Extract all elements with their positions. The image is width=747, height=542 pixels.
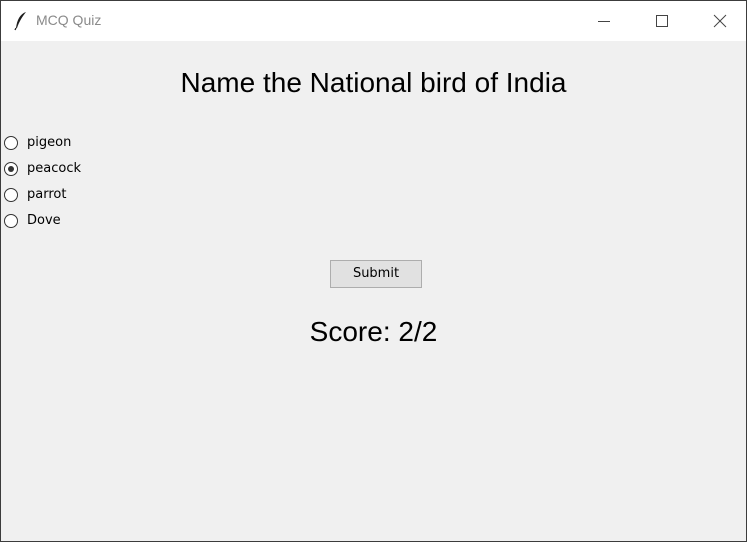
option-label: parrot xyxy=(27,187,67,202)
radio-button[interactable] xyxy=(4,162,18,176)
radio-button[interactable] xyxy=(4,214,18,228)
maximize-icon xyxy=(656,15,668,27)
question-text: Name the National bird of India xyxy=(180,67,567,98)
title-bar[interactable]: MCQ Quiz xyxy=(1,1,746,41)
close-button[interactable] xyxy=(691,1,747,41)
window-title: MCQ Quiz xyxy=(36,12,102,28)
option-label: pigeon xyxy=(27,135,72,150)
minimize-icon xyxy=(598,21,610,22)
maximize-button[interactable] xyxy=(633,1,691,41)
submit-button[interactable]: Submit xyxy=(330,260,422,288)
radio-button[interactable] xyxy=(4,136,18,150)
option-label: Dove xyxy=(27,213,61,228)
minimize-button[interactable] xyxy=(575,1,633,41)
quiz-window: MCQ Quiz Name the National bird of India… xyxy=(0,0,747,542)
close-icon xyxy=(713,14,727,28)
feather-icon xyxy=(13,11,29,31)
score-text: Score: 2/2 xyxy=(309,316,438,347)
option-label: peacock xyxy=(27,161,81,176)
radio-button[interactable] xyxy=(4,188,18,202)
